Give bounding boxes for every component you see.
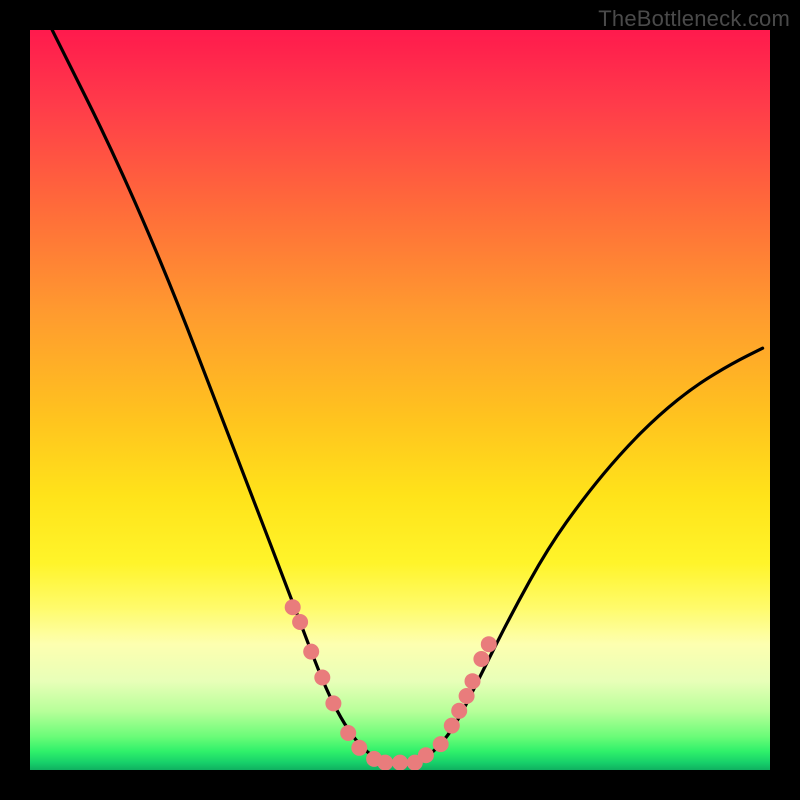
curve-marker <box>465 673 481 689</box>
curve-marker <box>325 695 341 711</box>
chart-svg <box>30 30 770 770</box>
curve-marker <box>473 651 489 667</box>
bottleneck-curve <box>52 30 762 763</box>
curve-marker <box>292 614 308 630</box>
watermark-text: TheBottleneck.com <box>598 6 790 32</box>
curve-marker <box>303 644 319 660</box>
plot-area <box>30 30 770 770</box>
chart-frame: TheBottleneck.com <box>0 0 800 800</box>
curve-marker <box>433 736 449 752</box>
curve-marker <box>351 740 367 756</box>
marker-group <box>285 599 497 770</box>
curve-marker <box>314 670 330 686</box>
curve-marker <box>392 755 408 770</box>
curve-marker <box>418 747 434 763</box>
curve-marker <box>340 725 356 741</box>
curve-marker <box>459 688 475 704</box>
curve-marker <box>285 599 301 615</box>
curve-marker <box>377 755 393 770</box>
curve-marker <box>481 636 497 652</box>
curve-marker <box>444 718 460 734</box>
curve-marker <box>451 703 467 719</box>
